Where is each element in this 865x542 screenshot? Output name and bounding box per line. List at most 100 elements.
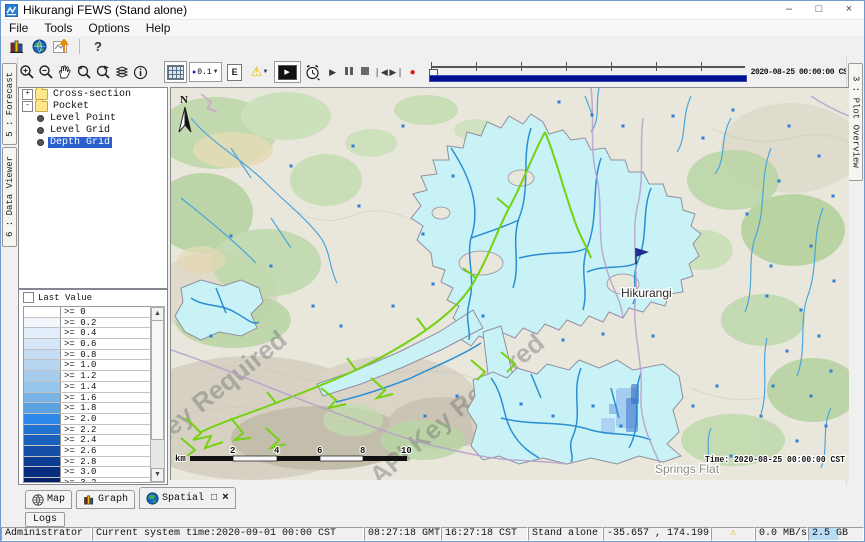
zoom-in-icon [19,64,35,80]
legend-color-swatch [24,328,61,338]
spatial-display-button[interactable] [28,38,50,56]
timeseries-display-button[interactable] [50,38,72,56]
tab-data-viewer[interactable]: 6 : Data Viewer [2,147,17,247]
legend-row[interactable]: >= 1.6 [24,393,150,404]
layers-icon [114,65,130,79]
close-button[interactable]: × [834,1,864,19]
status-local-time: 16:27:18 CST [441,527,528,541]
thresholds-dropdown[interactable]: ⚠ ▼ [246,62,274,82]
play-button[interactable]: ▶ [325,67,341,78]
svg-text:N: N [180,94,188,106]
pause-button[interactable] [341,67,357,77]
logs-button[interactable]: Logs [25,512,65,527]
database-display-button[interactable] [6,38,28,56]
tree-item-cross-section[interactable]: + Cross-section [22,89,167,100]
legend-value-label: >= 0.6 [61,339,96,349]
label-hikurangi: Hikurangi [621,286,672,300]
show-grid-button[interactable] [164,61,187,83]
skip-end-button[interactable]: ▶❘ [389,67,405,78]
precision-dropdown[interactable]: ● 0.1 ▼ [189,62,222,82]
legend-color-swatch [24,467,61,477]
status-memory: 2.5 GB [808,527,864,541]
legend-value-label: >= 2.4 [61,435,96,445]
legend-color-swatch [24,382,61,392]
zoom-out-button[interactable] [36,62,55,82]
legend-row[interactable]: >= 0.8 [24,350,150,361]
legend-row[interactable]: >= 1.2 [24,371,150,382]
legend-row[interactable]: >= 1.0 [24,360,150,371]
time-slider[interactable] [429,61,747,83]
menu-options[interactable]: Options [80,20,137,36]
tab-forecast[interactable]: 5 : Forecast [2,63,17,145]
bullet-icon [37,127,44,134]
legend-row[interactable]: >= 2.4 [24,435,150,446]
map-view[interactable]: API Key Required API Key Required [170,87,849,480]
legend-row[interactable]: >= 2.8 [24,457,150,468]
menu-file[interactable]: File [1,20,36,36]
legend-row[interactable]: >= 0 [24,307,150,318]
last-value-checkbox[interactable] [23,292,34,303]
legend-color-swatch [24,318,61,328]
tab-graph[interactable]: Graph [76,490,135,509]
menu-tools[interactable]: Tools [36,20,80,36]
legend-color-swatch [24,478,61,483]
tree-item-depth-grid[interactable]: Depth Grid [35,137,167,148]
legend-row[interactable]: >= 2.6 [24,446,150,457]
info-button[interactable] [131,62,150,82]
record-button[interactable]: ● [405,67,421,78]
panel-close-icon[interactable]: × [222,492,229,504]
last-value-label: Last Value [38,293,92,303]
legend-row[interactable]: >= 2.0 [24,414,150,425]
minimize-button[interactable]: – [774,1,804,19]
pan-button[interactable] [55,62,74,82]
scroll-thumb[interactable] [151,320,164,440]
layers-button[interactable] [112,62,131,82]
scroll-up-icon[interactable]: ▲ [151,307,164,321]
tree-item-level-grid[interactable]: Level Grid [35,125,167,136]
zoom-out-icon [38,64,54,80]
legend-value-label: >= 0.2 [61,318,96,328]
legend-row[interactable]: >= 0.4 [24,328,150,339]
title-bar: Hikurangi FEWS (Stand alone) – □ × [1,1,864,20]
legend-value-label: >= 2.6 [61,446,96,456]
help-button[interactable]: ? [87,38,109,56]
expand-icon[interactable]: + [22,89,33,100]
globe-icon [32,494,44,506]
menu-help[interactable]: Help [138,20,179,36]
scroll-down-icon[interactable]: ▼ [151,468,164,482]
tree-item-pocket[interactable]: - Pocket [22,101,167,112]
collapse-icon[interactable]: - [22,101,33,112]
maximize-button[interactable]: □ [804,1,834,19]
tab-map[interactable]: Map [25,490,72,509]
legend-row[interactable]: >= 1.8 [24,403,150,414]
tree-item-level-point[interactable]: Level Point [35,113,167,124]
info-icon [133,65,148,80]
menu-bar: File Tools Options Help [1,20,864,36]
legend-value-label: >= 0.8 [61,350,96,360]
legend-row[interactable]: >= 3.0 [24,467,150,478]
logs-row: Logs [17,510,65,528]
panel-restore-icon[interactable]: □ [211,493,217,504]
legend-value-label: >= 3.2 [61,478,96,483]
legend-row[interactable]: >= 2.2 [24,425,150,436]
toolbar-datetime: 2020-08-25 00:00:00 CST [751,68,852,77]
status-warning[interactable]: ⚠ [711,527,755,541]
labels-button[interactable]: E [224,62,246,82]
legend-row[interactable]: >= 3.2 [24,478,150,483]
zoom-previous-button[interactable] [74,62,93,82]
skip-start-button[interactable]: ❘◀ [373,67,389,78]
zoom-in-button[interactable] [17,62,36,82]
precision-value: 0.1 [197,68,211,77]
legend-row[interactable]: >= 1.4 [24,382,150,393]
animation-timer-button[interactable] [301,62,325,82]
animation-button[interactable]: ▶ [274,61,301,83]
legend-scrollbar[interactable]: ▲ ▼ [150,306,165,483]
tab-plot-overview[interactable]: 3 : Plot Overview [848,63,863,181]
legend-row[interactable]: >= 0.2 [24,318,150,329]
main-toolbar: ? [1,36,864,57]
legend-row[interactable]: >= 0.6 [24,339,150,350]
tab-spatial[interactable]: Spatial □ × [139,487,236,509]
app-window: Hikurangi FEWS (Stand alone) – □ × File … [0,0,865,542]
stop-button[interactable] [357,67,373,77]
zoom-next-button[interactable] [93,62,112,82]
